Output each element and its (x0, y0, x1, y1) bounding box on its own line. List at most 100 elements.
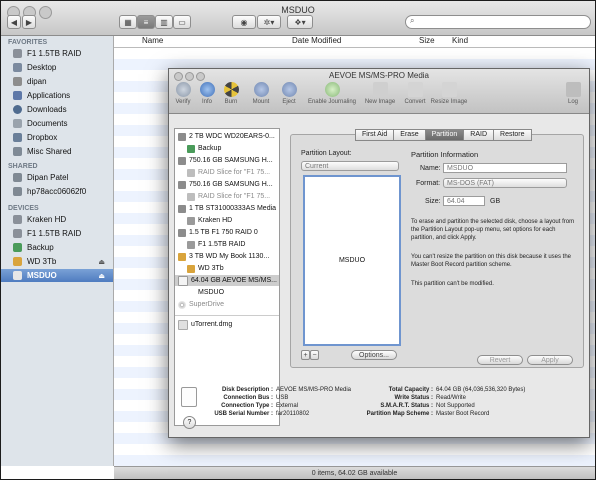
partition-map-scheme-label: Partition Map Scheme : (366, 411, 433, 417)
disk-item[interactable]: 1 TB ST31000333AS Media (175, 203, 279, 214)
view-list-button[interactable]: ≡ (137, 15, 155, 29)
sidebar-item-misc-shared[interactable]: Misc Shared (1, 145, 113, 158)
volume-item[interactable]: RAID Slice for "F1 75... (175, 191, 279, 202)
smart-status-label: S.M.A.R.T. Status : (380, 403, 433, 409)
help-button[interactable]: ? (183, 416, 196, 429)
volume-item[interactable]: Kraken HD (175, 215, 279, 226)
volume-item[interactable]: F1 1.5TB RAID (175, 239, 279, 250)
disk-utility-window: AEVOE MS/MS-PRO Media Verify Info Burn M… (168, 68, 590, 438)
sidebar-item-backup[interactable]: Backup (1, 241, 113, 254)
disk-item-selected[interactable]: 64.04 GB AEVOE MS/MS... (175, 275, 279, 286)
total-capacity-label: Total Capacity : (388, 387, 433, 393)
image-item[interactable]: uTorrent.dmg (175, 319, 279, 330)
view-icon-button[interactable]: ▦ (119, 15, 137, 29)
volume-icon (187, 289, 195, 297)
sidebar-heading-devices: DEVICES (8, 205, 39, 212)
volume-item[interactable]: WD 3Tb (175, 263, 279, 274)
arrange-button[interactable]: ❖▾ (287, 15, 313, 29)
remove-partition-button[interactable]: − (310, 350, 319, 360)
new-image-button[interactable]: New Image (360, 82, 400, 105)
format-label: Format: (416, 180, 441, 187)
optical-drive-item[interactable]: SuperDrive (175, 299, 279, 310)
disk-item[interactable]: 3 TB WD My Book 1130... (175, 251, 279, 262)
eject-icon[interactable]: ⏏ (98, 258, 105, 266)
view-coverflow-button[interactable]: ▭ (173, 15, 191, 29)
column-date-modified[interactable]: Date Modified (292, 36, 341, 45)
eject-button[interactable]: Eject (269, 82, 309, 105)
connection-type-value: External (276, 403, 299, 409)
resize-image-icon (441, 82, 457, 97)
sidebar-item-dipan-patel[interactable]: Dipan Patel (1, 171, 113, 184)
smart-status-value: Not Supported (436, 403, 475, 409)
column-name[interactable]: Name (142, 36, 163, 45)
search-input[interactable]: ⌕ (405, 15, 591, 29)
resize-image-button[interactable]: Resize Image (426, 82, 472, 105)
revert-button[interactable]: Revert (477, 355, 523, 365)
partition-modify-note: This partition can't be modified. (411, 281, 494, 287)
volume-item[interactable]: RAID Slice for "F1 75... (175, 167, 279, 178)
size-label: Size: (425, 198, 441, 205)
sidebar-item-f1-raid[interactable]: F1 1.5TB RAID (1, 47, 113, 60)
enable-journaling-button[interactable]: Enable Journaling (307, 82, 357, 105)
list-divider (175, 315, 279, 316)
du-tabs: First Aid Erase Partition RAID Restore (355, 129, 532, 141)
sidebar-item-f1-raid-device[interactable]: F1 1.5TB RAID (1, 227, 113, 240)
sidebar-item-dropbox[interactable]: Dropbox (1, 131, 113, 144)
burn-icon (223, 82, 239, 97)
eject-icon[interactable]: ⏏ (98, 272, 105, 280)
mount-icon (253, 82, 269, 97)
apply-button[interactable]: Apply (527, 355, 573, 365)
tab-raid[interactable]: RAID (463, 129, 495, 141)
sidebar-item-desktop[interactable]: Desktop (1, 61, 113, 74)
disk-item[interactable]: 750.16 GB SAMSUNG H... (175, 179, 279, 190)
sidebar-item-downloads[interactable]: Downloads (1, 103, 113, 116)
options-button[interactable]: Options... (351, 350, 397, 360)
dropbox-icon (13, 133, 22, 142)
volume-item[interactable]: MSDUO (175, 287, 279, 298)
documents-icon (13, 119, 22, 128)
forward-button[interactable]: ▶ (22, 15, 36, 29)
column-kind[interactable]: Kind (452, 36, 468, 45)
log-button[interactable]: Log (557, 82, 589, 105)
tab-partition[interactable]: Partition (424, 129, 465, 141)
view-column-button[interactable]: ▥ (155, 15, 173, 29)
quicklook-button[interactable]: ◉ (232, 15, 256, 29)
connection-bus-label: Connection Bus : (223, 395, 273, 401)
hard-disk-icon (178, 132, 186, 141)
volume-icon (187, 216, 195, 225)
sidebar-item-dipan[interactable]: dipan (1, 75, 113, 88)
sidebar-item-hp[interactable]: hp78acc06062f0 (1, 185, 113, 198)
sidebar-item-applications[interactable]: Applications (1, 89, 113, 102)
raid-slice-icon (187, 168, 195, 177)
sidebar-item-kraken[interactable]: Kraken HD (1, 213, 113, 226)
tab-erase[interactable]: Erase (393, 129, 426, 141)
size-field[interactable]: 64.04 (443, 196, 485, 206)
tab-first-aid[interactable]: First Aid (355, 129, 395, 141)
sidebar-heading-shared: SHARED (8, 163, 38, 170)
sidebar-item-msduo[interactable]: MSDUO ⏏ (1, 269, 113, 282)
action-button[interactable]: ✲▾ (257, 15, 281, 29)
convert-icon (407, 82, 423, 97)
partition-instructions: To erase and partition the selected disk… (411, 219, 575, 241)
hard-disk-icon (178, 180, 186, 189)
chevron-right-icon: ▶ (25, 17, 33, 27)
format-select[interactable]: MS-DOS (FAT) (443, 178, 567, 188)
back-button[interactable]: ◀ (7, 15, 21, 29)
search-icon: ⌕ (410, 16, 415, 25)
disk-item[interactable]: 750.16 GB SAMSUNG H... (175, 155, 279, 166)
cd-icon (178, 300, 186, 309)
column-size[interactable]: Size (419, 36, 435, 45)
column-headers: Name Date Modified Size Kind (114, 36, 595, 48)
volume-item[interactable]: Backup (175, 143, 279, 154)
tab-restore[interactable]: Restore (493, 129, 532, 141)
name-field[interactable]: MSDUO (443, 163, 567, 173)
sidebar-item-wd3tb[interactable]: WD 3Tb ⏏ (1, 255, 113, 268)
disk-item[interactable]: 2 TB WDC WD20EARS-0... (175, 131, 279, 142)
hard-disk-icon (178, 156, 186, 165)
partition-layout-select[interactable]: Current (301, 161, 399, 171)
sidebar-item-documents[interactable]: Documents (1, 117, 113, 130)
disk-item[interactable]: 1.5 TB F1 750 RAID 0 (175, 227, 279, 238)
add-partition-button[interactable]: + (301, 350, 310, 360)
eject-icon (281, 82, 297, 97)
partition-map[interactable]: MSDUO (303, 175, 401, 346)
